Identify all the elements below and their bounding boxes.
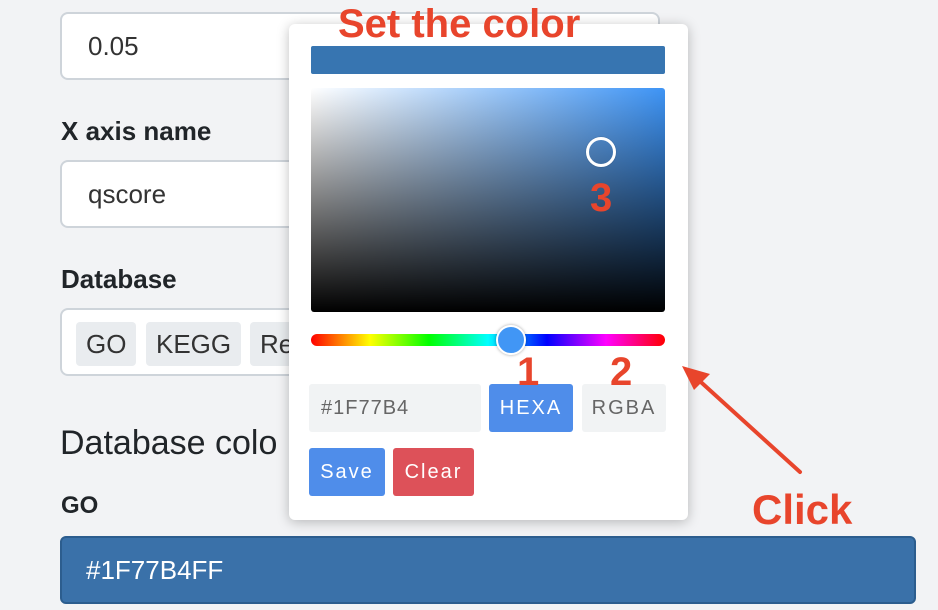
annotation-step-1: 1	[517, 350, 540, 394]
color-picker-popup: #1F77B4 HEXA RGBA Save Clear	[289, 24, 688, 520]
xaxis-name-label: X axis name	[61, 116, 212, 146]
palette-handle[interactable]	[586, 137, 616, 167]
annotation-set-color: Set the color	[338, 2, 581, 46]
annotation-step-3: 3	[590, 176, 613, 220]
save-button[interactable]: Save	[309, 448, 385, 496]
go-color-field[interactable]: #1F77B4FF	[60, 536, 916, 604]
go-color-label: GO	[61, 492, 99, 519]
annotation-step-2: 2	[610, 350, 633, 394]
clear-button[interactable]: Clear	[393, 448, 474, 496]
database-tag-go[interactable]: GO	[76, 322, 137, 366]
database-color-heading: Database colo	[60, 424, 278, 462]
database-tag-kegg[interactable]: KEGG	[146, 322, 242, 366]
color-preview	[311, 46, 665, 74]
hex-input[interactable]: #1F77B4	[309, 384, 481, 432]
hue-slider[interactable]	[311, 334, 665, 346]
database-label: Database	[61, 264, 177, 294]
annotation-click: Click	[752, 486, 853, 533]
annotation-arrow-icon	[682, 366, 802, 474]
